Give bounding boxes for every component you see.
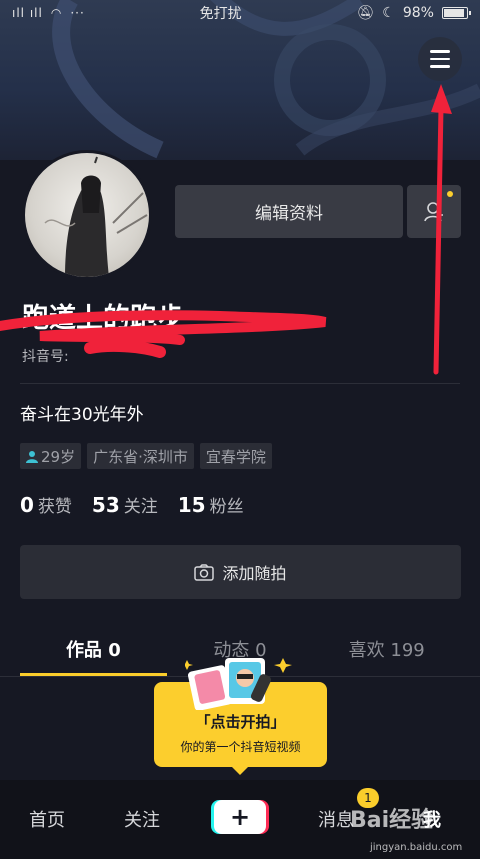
- stat-number: 15: [177, 493, 206, 517]
- tag-age: 29岁: [20, 443, 82, 469]
- stats-row: 0 获赞 53 关注 15 粉丝: [20, 492, 244, 517]
- nav-home[interactable]: 首页: [29, 806, 65, 832]
- edit-profile-label: 编辑资料: [255, 204, 323, 224]
- tag-location: 广东省·深圳市: [87, 443, 194, 469]
- tab-label: 作品 0: [65, 640, 121, 661]
- battery-text: 98%: [402, 5, 434, 21]
- notification-dot: [447, 191, 453, 197]
- camera-icon: [194, 563, 215, 581]
- avatar[interactable]: [22, 150, 152, 280]
- tooltip-illustration: [185, 658, 292, 710]
- status-center-text: 免打扰: [199, 6, 242, 22]
- stat-label: 获赞: [37, 497, 72, 517]
- divider: [20, 383, 460, 384]
- menu-icon-line: [430, 57, 450, 61]
- nav-messages[interactable]: 消息: [318, 806, 354, 832]
- stat-label: 粉丝: [209, 497, 244, 517]
- watermark-url: jingyan.baidu.com: [370, 842, 463, 853]
- stat-likes[interactable]: 0 获赞: [20, 492, 72, 517]
- tag-label: 29岁: [41, 447, 76, 466]
- redaction-scribble: [0, 310, 327, 358]
- avatar-image: [44, 156, 148, 277]
- add-story-button[interactable]: 添加随拍: [20, 545, 461, 599]
- nav-follow[interactable]: 关注: [124, 806, 160, 832]
- stat-number: 0: [20, 493, 34, 517]
- menu-icon-line: [430, 50, 450, 53]
- tooltip-title: 「点击开拍」: [195, 713, 286, 731]
- add-story-label: 添加随拍: [222, 564, 287, 583]
- battery-icon: [441, 7, 471, 19]
- tag-label: 宜春学院: [205, 447, 266, 466]
- tab-likes[interactable]: 喜欢 199: [313, 630, 460, 676]
- bio-text: 奋斗在30光年外: [20, 405, 144, 425]
- plus-icon: +: [229, 803, 251, 831]
- tooltip-subtitle: 你的第一个抖音短视频: [180, 740, 301, 754]
- add-friend-icon: [424, 201, 443, 221]
- menu-icon-line: [430, 65, 450, 68]
- profile-tags: 29岁 广东省·深圳市 宜春学院: [20, 443, 272, 469]
- edit-profile-button[interactable]: 编辑资料: [175, 185, 403, 238]
- add-friend-button[interactable]: [407, 185, 461, 238]
- create-button[interactable]: +: [214, 800, 266, 834]
- stat-followers[interactable]: 15 粉丝: [178, 492, 244, 517]
- tag-label: 广东省·深圳市: [93, 447, 188, 466]
- menu-button[interactable]: [418, 37, 462, 81]
- tab-label: 喜欢 199: [348, 640, 425, 661]
- status-bar: ıll ıll ◠ ··· 免打扰 🔕︎ ☾ 98%: [0, 0, 480, 26]
- tab-works[interactable]: 作品 0: [20, 630, 167, 676]
- signal-icon: ıll ıll: [12, 6, 43, 20]
- bell-off-icon: 🔕︎: [356, 5, 375, 21]
- moon-icon: ☾: [382, 5, 395, 21]
- person-icon: [26, 450, 38, 463]
- wifi-icon: ◠: [50, 6, 63, 20]
- stat-number: 53: [91, 493, 120, 517]
- status-right: 🔕︎ ☾ 98%: [356, 5, 471, 21]
- stat-following[interactable]: 53 关注: [92, 492, 158, 517]
- stat-label: 关注: [123, 497, 158, 517]
- watermark-brand: Bai经验: [350, 808, 434, 833]
- more-icon: ···: [70, 6, 85, 20]
- status-left: ıll ıll ◠ ···: [12, 6, 85, 20]
- tag-school: 宜春学院: [199, 443, 272, 469]
